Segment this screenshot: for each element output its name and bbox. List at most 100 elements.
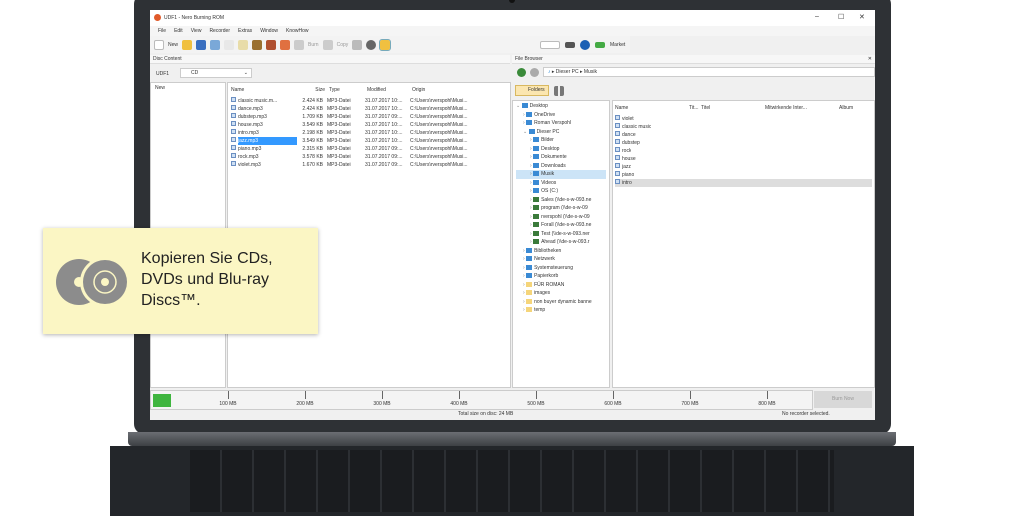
close-browser-icon[interactable]: ✕ [868, 55, 872, 64]
new-icon[interactable] [154, 39, 164, 50]
table-row[interactable]: house.mp3 3.549 KB MP3-Datei 31.07.2017 10:… [231, 121, 507, 129]
disc-info-icon[interactable] [352, 39, 363, 50]
browser-column-4[interactable]: Album [839, 104, 869, 112]
table-row[interactable]: piano.mp3 2.315 KB MP3-Datei 31.07.2017 09:… [231, 145, 507, 153]
cell-size: 3.549 KB [302, 138, 323, 144]
table-row[interactable]: classic music.m... 2.424 KB MP3-Datei 31.07… [231, 97, 507, 105]
menu-recorder[interactable]: Recorder [209, 28, 230, 34]
column-origin[interactable]: Origin [412, 86, 502, 94]
tree-item[interactable]: › Sales (\\de-s-w-093.ne [516, 196, 606, 205]
tree-item[interactable]: › Videos [516, 179, 606, 188]
tree-item[interactable]: › OS (C:) [516, 187, 606, 196]
list-item[interactable]: jazz [615, 163, 872, 171]
breadcrumb-dieser-pc[interactable]: Dieser PC [556, 69, 579, 75]
menu-view[interactable]: View [191, 28, 202, 34]
table-row[interactable]: dance.mp3 2.424 KB MP3-Datei 31.07.2017 10:… [231, 105, 507, 113]
copy-disc-icon[interactable] [322, 39, 333, 50]
list-item[interactable]: dubstep [615, 139, 872, 147]
column-size[interactable]: Size [299, 86, 329, 94]
list-item[interactable]: violet [615, 115, 872, 123]
forward-icon[interactable] [530, 67, 539, 77]
menu-file[interactable]: File [158, 28, 166, 34]
tree-item[interactable]: › FÜR ROMAN [516, 281, 606, 290]
audio-file-icon [231, 105, 236, 110]
address-bar[interactable]: ♪ ▸ Dieser PC ▸ Musik [543, 67, 875, 77]
tree-item[interactable]: ⌄ Dieser PC [516, 128, 606, 137]
open-icon[interactable] [182, 39, 193, 50]
paste-icon[interactable] [238, 39, 249, 50]
table-row[interactable]: rock.mp3 3.578 KB MP3-Datei 31.07.2017 09:.… [231, 153, 507, 161]
menu-extras[interactable]: Extras [238, 28, 252, 34]
column-modified[interactable]: Modified [367, 86, 412, 94]
column-type[interactable]: Type [329, 86, 367, 94]
column-name[interactable]: Name [231, 86, 299, 94]
disc-type-select[interactable]: CD ⌄ [180, 68, 252, 78]
tree-item[interactable]: › Roman Verspohl [516, 119, 606, 128]
file-browser-icon[interactable] [379, 38, 392, 51]
list-item[interactable]: rock [615, 147, 872, 155]
tree-item[interactable]: › Bibliotheken [516, 247, 606, 256]
burn-button[interactable]: Burn [308, 42, 319, 48]
market-icon[interactable] [595, 42, 605, 48]
tree-item[interactable]: › Netzwerk [516, 255, 606, 264]
table-row[interactable]: intro.mp3 2.198 KB MP3-Datei 31.07.2017 10:… [231, 129, 507, 137]
copy-icon[interactable] [224, 39, 235, 50]
browser-column-0[interactable]: Name [615, 104, 689, 112]
cell-size: 3.549 KB [302, 122, 323, 128]
menu-knowhow[interactable]: KnowHow [286, 28, 309, 34]
info-icon[interactable] [580, 40, 590, 50]
view-grid-icon[interactable] [554, 86, 564, 96]
folders-button[interactable]: Folders [515, 85, 549, 96]
tree-item-new[interactable]: New [155, 85, 165, 91]
menu-window[interactable]: Window [260, 28, 278, 34]
tree-item[interactable]: › temp [516, 306, 606, 315]
list-item[interactable]: house [615, 155, 872, 163]
list-item[interactable]: intro [615, 179, 872, 187]
menu-edit[interactable]: Edit [174, 28, 183, 34]
recorder-dropdown[interactable] [540, 41, 560, 49]
tree-item[interactable]: ⌄ Desktop [516, 102, 606, 111]
tree-item[interactable]: › non buyer dynamic banne [516, 298, 606, 307]
table-row[interactable]: jazz.mp3 3.549 KB MP3-Datei 31.07.2017 10:.… [231, 137, 507, 145]
browser-column-2[interactable]: Titel [701, 104, 765, 112]
tree-item[interactable]: › Test (\\de-s-w-093.ner [516, 230, 606, 239]
close-button[interactable]: ✕ [859, 13, 865, 21]
tree-item[interactable]: › Desktop [516, 145, 606, 154]
breadcrumb-musik[interactable]: Musik [584, 69, 597, 75]
market-button[interactable]: Market [610, 42, 625, 48]
minimize-button[interactable]: – [815, 13, 819, 20]
burn-now-button[interactable]: Burn Now [814, 391, 872, 408]
tree-item[interactable]: › Systemsteuerung [516, 264, 606, 273]
new-button[interactable]: New [168, 42, 178, 48]
table-row[interactable]: dubstep.mp3 1.709 KB MP3-Datei 31.07.2017 0… [231, 113, 507, 121]
maximize-button[interactable]: ☐ [838, 13, 844, 21]
list-item[interactable]: dance [615, 131, 872, 139]
list-item[interactable]: classic music [615, 123, 872, 131]
save-icon[interactable] [196, 39, 207, 50]
erase-icon[interactable] [280, 39, 291, 50]
tree-item[interactable]: › program (\\de-s-w-09 [516, 204, 606, 213]
tree-item[interactable]: › Papierkorb [516, 272, 606, 281]
tree-item[interactable]: › OneDrive [516, 111, 606, 120]
library-icon[interactable] [252, 39, 263, 50]
copy-button[interactable]: Copy [337, 42, 349, 48]
burn-icon[interactable] [294, 39, 305, 50]
tree-item[interactable]: › images [516, 289, 606, 298]
back-icon[interactable] [517, 67, 526, 77]
tree-item[interactable]: › Forall (\\de-s-w-093.ne [516, 221, 606, 230]
eject-icon[interactable] [366, 39, 377, 50]
folder-icon [526, 307, 533, 313]
tools-icon[interactable] [266, 39, 277, 50]
browser-column-1[interactable]: Tit... [689, 104, 701, 112]
browser-column-3[interactable]: Mitwirkende Inter... [765, 104, 839, 112]
tree-item[interactable]: › Ahead (\\de-s-w-093.r [516, 238, 606, 247]
cut-icon[interactable] [210, 39, 221, 50]
tree-item[interactable]: › Bilder [516, 136, 606, 145]
drive-icon[interactable] [565, 42, 575, 48]
tree-item[interactable]: › rverspohl (\\de-s-w-09 [516, 213, 606, 222]
tree-item[interactable]: › Dokumente [516, 153, 606, 162]
tree-item[interactable]: › Downloads [516, 162, 606, 171]
list-item[interactable]: piano [615, 171, 872, 179]
tree-item[interactable]: › Musik [516, 170, 606, 179]
table-row[interactable]: violet.mp3 1.670 KB MP3-Datei 31.07.2017 09… [231, 161, 507, 169]
